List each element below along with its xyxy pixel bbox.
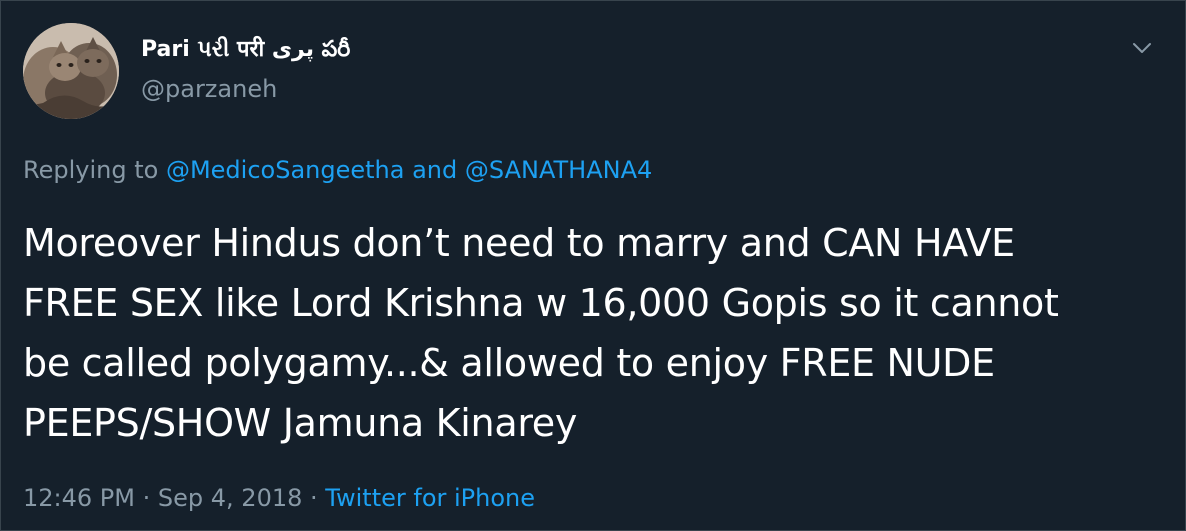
separator: · [310,484,318,512]
tweet-card: Pari પરી परी پری పరీ @parzaneh Replying … [0,0,1186,531]
reply-conjunction[interactable]: and [412,156,457,184]
tweet-date[interactable]: Sep 4, 2018 [158,484,302,512]
tweet-text: Moreover Hindus don’t need to marry and … [23,213,1163,453]
chevron-down-icon [1133,43,1151,53]
tweet-time[interactable]: 12:46 PM [23,484,135,512]
tweet-text-line: Moreover Hindus don’t need to marry and … [23,221,1015,265]
tweet-menu-button[interactable] [1129,35,1155,61]
cats-avatar-icon [23,23,119,119]
tweet-metadata: 12:46 PM · Sep 4, 2018 · Twitter for iPh… [23,481,535,515]
tweet-text-line: PEEPS/SHOW Jamuna Kinarey [23,401,578,445]
display-name[interactable]: Pari પરી परी پری పరీ [141,36,350,64]
user-handle[interactable]: @parzaneh [141,73,277,105]
reply-context: Replying to @MedicoSangeetha and @SANATH… [23,153,652,187]
avatar[interactable] [23,23,119,119]
mention-link[interactable]: @SANATHANA4 [465,156,652,184]
mention-link[interactable]: @MedicoSangeetha [166,156,405,184]
reply-prefix: Replying to [23,156,159,184]
separator: · [142,484,151,512]
tweet-text-line: FREE SEX like Lord Krishna w 16,000 Gopi… [23,281,1059,325]
tweet-source-link[interactable]: Twitter for iPhone [325,484,535,512]
tweet-text-line: be called polygamy...& allowed to enjoy … [23,341,995,385]
